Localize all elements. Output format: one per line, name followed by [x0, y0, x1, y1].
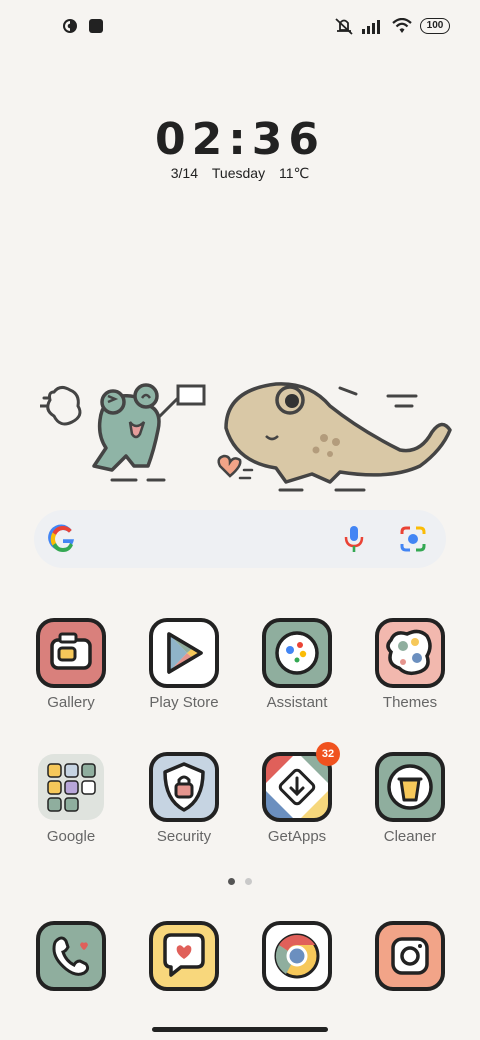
play-store-icon [149, 618, 219, 688]
signal-icon [362, 20, 380, 34]
dock-messages[interactable] [129, 921, 239, 991]
page-indicator[interactable] [0, 878, 480, 885]
app-label: Play Store [149, 694, 219, 711]
wallpaper-frog-lizard-illustration [40, 382, 452, 492]
camera-icon [375, 921, 445, 991]
wifi-icon [392, 18, 412, 33]
app-gallery[interactable]: Gallery [16, 618, 126, 711]
chrome-icon [262, 921, 332, 991]
app-google-folder[interactable]: Google [16, 752, 126, 845]
weather-temperature: 11℃ [278, 165, 310, 181]
mute-icon [335, 18, 353, 35]
app-getapps[interactable]: 32 GetApps [242, 742, 352, 845]
gallery-icon [36, 618, 106, 688]
app-label: Google [46, 828, 96, 845]
dock-camera[interactable] [355, 921, 465, 991]
app-label: Security [156, 828, 212, 845]
cleaner-icon [375, 752, 445, 822]
status-bar-left [62, 18, 104, 34]
page-dot[interactable] [245, 878, 252, 885]
assistant-icon [262, 618, 332, 688]
gesture-nav-handle[interactable] [152, 1027, 328, 1032]
clock-date: 3/14 [170, 165, 198, 181]
themes-icon [375, 618, 445, 688]
getapps-icon: 32 [262, 742, 340, 822]
heart-icon [217, 454, 242, 478]
notification-square-icon [89, 19, 103, 33]
google-g-icon [48, 524, 74, 552]
frog-character [92, 383, 206, 482]
app-label: GetApps [267, 828, 327, 845]
app-label: Themes [382, 694, 438, 711]
security-icon [149, 752, 219, 822]
app-assistant[interactable]: Assistant [242, 618, 352, 711]
lens-camera-icon[interactable] [398, 524, 428, 554]
app-label: Assistant [266, 694, 328, 711]
battery-icon: 100 [420, 18, 450, 34]
app-themes[interactable]: Themes [355, 618, 465, 711]
google-folder-icon [36, 752, 106, 822]
page-dot-active[interactable] [228, 878, 235, 885]
notification-app-icon [63, 19, 77, 33]
microphone-icon[interactable] [340, 524, 368, 554]
lizard-character [224, 382, 452, 492]
dust-cloud [40, 385, 82, 426]
app-label: Cleaner [383, 828, 437, 845]
battery-level: 100 [426, 20, 444, 31]
clock-time[interactable]: 02:36 [0, 114, 480, 165]
app-cleaner[interactable]: Cleaner [355, 752, 465, 845]
app-label: Gallery [47, 694, 95, 711]
clock-weekday: Tuesday [211, 165, 266, 181]
status-bar-right: 100 [334, 17, 450, 35]
messages-icon [149, 921, 219, 991]
google-search-bar[interactable] [34, 510, 446, 568]
phone-icon [36, 921, 106, 991]
clock-date-row[interactable]: 3/14 Tuesday 11℃ [0, 165, 480, 182]
notification-badge: 32 [316, 742, 340, 766]
app-security[interactable]: Security [129, 752, 239, 845]
app-play-store[interactable]: Play Store [129, 618, 239, 711]
dock-chrome[interactable] [242, 921, 352, 991]
dock-phone[interactable] [16, 921, 126, 991]
